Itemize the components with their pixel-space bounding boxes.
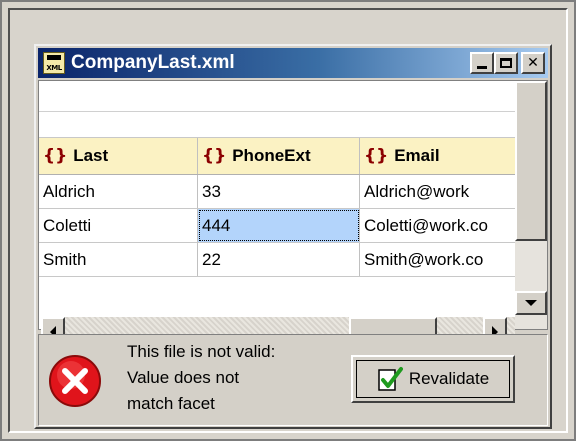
minimize-button[interactable] [470,52,494,74]
validation-message-line: match facet [127,394,215,413]
maximize-button[interactable] [494,52,518,74]
grid-cell[interactable]: Coletti@work.co [360,209,515,242]
validation-message: This file is not valid: Value does not m… [127,339,327,417]
element-brace-icon: {} [202,146,227,166]
grid-cell[interactable]: Smith [39,243,198,276]
table-row: Aldrich 33 Aldrich@work [39,175,515,209]
table-row: Smith 22 Smith@work.co [39,243,515,277]
arrow-down-icon [525,300,537,306]
grid-blank-row [39,81,515,112]
validation-status-panel: This file is not valid: Value does not m… [38,334,548,426]
window-title: CompanyLast.xml [71,52,235,73]
column-header-email[interactable]: {} Email [360,138,515,174]
vertical-scroll-thumb[interactable] [515,81,547,241]
element-brace-icon: {} [43,146,68,166]
revalidate-check-icon [378,367,403,391]
revalidate-button[interactable]: Revalidate [351,355,515,403]
grid-cell[interactable]: 33 [198,175,360,208]
validation-message-line: Value does not [127,368,240,387]
close-icon: ✕ [527,55,539,71]
table-row: Coletti 444 Coletti@work.co [39,209,515,243]
grid-cell[interactable]: Aldrich@work [360,175,515,208]
grid-cell[interactable]: 22 [198,243,360,276]
maximize-icon [500,58,512,68]
element-brace-icon: {} [364,146,389,166]
close-button[interactable]: ✕ [521,52,545,74]
revalidate-label: Revalidate [408,369,490,388]
data-grid: {} Last {} PhoneExt {} Email Aldrich 33 … [39,81,515,277]
column-header-last[interactable]: {} Last [39,138,198,174]
minimize-icon [477,66,487,69]
scroll-down-button[interactable] [515,291,547,315]
grid-view: {} Last {} PhoneExt {} Email Aldrich 33 … [38,80,548,347]
grid-cell[interactable]: Coletti [39,209,198,242]
validation-message-line: This file is not valid: [127,342,276,361]
grid-cell[interactable]: Aldrich [39,175,198,208]
grid-header-row: {} Last {} PhoneExt {} Email [39,138,515,175]
title-bar[interactable]: XML CompanyLast.xml ✕ [38,48,548,78]
column-header-phoneext[interactable]: {} PhoneExt [198,138,360,174]
grid-cell[interactable]: Smith@work.co [360,243,515,276]
vertical-scrollbar[interactable] [515,81,547,329]
grid-blank-row [39,112,515,138]
grid-cell-selected[interactable]: 444 [198,209,360,242]
xml-grid-window: XML CompanyLast.xml ✕ {} Last {} PhoneEx… [34,44,552,429]
error-x-icon [49,355,101,407]
xml-file-icon: XML [43,52,65,74]
